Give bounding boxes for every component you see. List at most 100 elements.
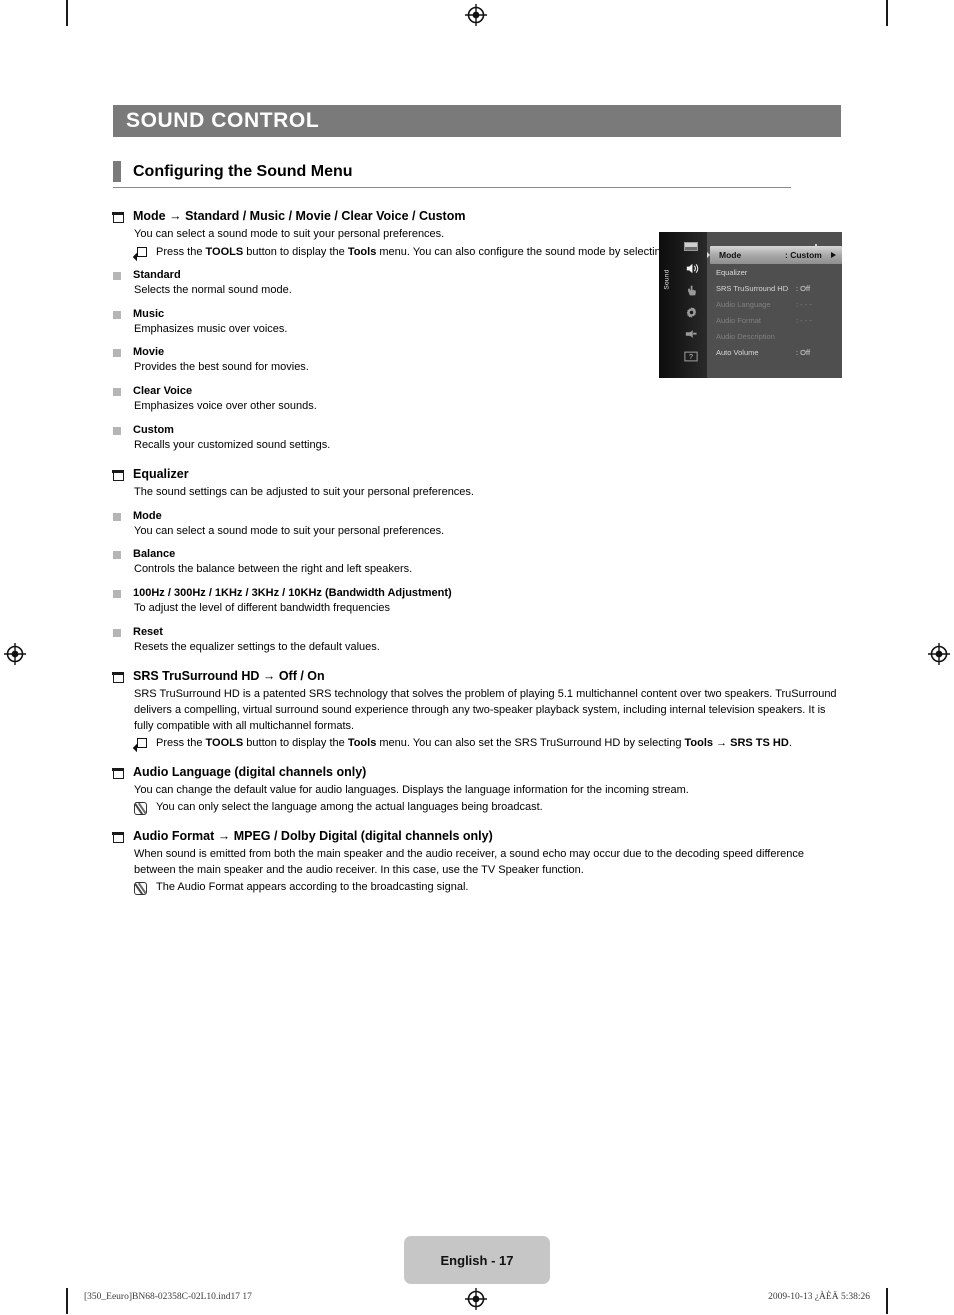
registration-mark-icon [465, 4, 487, 26]
pencil-note-text: The Audio Format appears according to th… [156, 881, 469, 894]
section-heading: Equalizer [112, 467, 843, 482]
section-heading-text: Audio Format → MPEG / Dolby Digital (dig… [133, 828, 493, 843]
section-audio-language: Audio Language (digital channels only) Y… [112, 765, 843, 816]
small-square-bullet-icon [113, 628, 121, 637]
square-bullet-icon [112, 212, 124, 223]
registration-mark-icon [928, 643, 950, 665]
osd-menu-list: Mode : Custom Equalizer SRS TruSurround … [707, 232, 842, 378]
term-label: Movie [133, 346, 165, 359]
osd-row-value: : - - - [796, 299, 812, 309]
term-description: Emphasizes voice over other sounds. [134, 400, 317, 413]
section-heading: Audio Format → MPEG / Dolby Digital (dig… [112, 828, 843, 843]
crop-mark-bottom-right [886, 1288, 888, 1314]
osd-row-audio-language[interactable]: Audio Language : - - - [707, 296, 842, 312]
osd-row-label: Audio Description [716, 331, 775, 341]
pencil-note-text: You can only select the language among t… [156, 801, 543, 814]
term-label: Music [133, 307, 165, 320]
term-description: To adjust the level of different bandwid… [134, 602, 391, 615]
setup-gear-icon[interactable] [683, 304, 699, 320]
channel-icon[interactable] [683, 282, 699, 298]
osd-row-audio-format[interactable]: Audio Format : - - - [707, 312, 842, 328]
chapter-title-bar: SOUND CONTROL [113, 105, 841, 137]
osd-sidebar-label: Sound [663, 269, 671, 290]
small-square-bullet-icon [113, 426, 121, 435]
page-number-badge: English - 17 [404, 1236, 550, 1284]
term-balance: Balance [113, 548, 843, 560]
section-heading: Mode → Standard / Music / Movie / Clear … [112, 209, 843, 223]
term-eq-mode: Mode [113, 510, 843, 522]
note-pencil-icon [134, 882, 147, 896]
section-heading: Audio Language (digital channels only) [112, 765, 843, 779]
square-bullet-icon [112, 831, 124, 843]
registration-mark-icon [4, 643, 26, 665]
section-equalizer: Equalizer The sound settings can be adju… [112, 467, 843, 655]
term-label: Mode [133, 509, 162, 522]
manual-page: SOUND CONTROL Configuring the Sound Menu… [0, 0, 954, 1315]
small-square-bullet-icon [113, 310, 121, 319]
osd-row-label: Audio Format [716, 315, 762, 325]
osd-row-value: : Custom [785, 250, 822, 260]
section-header: Configuring the Sound Menu [113, 161, 791, 188]
osd-row-label: Audio Language [716, 299, 771, 309]
tools-icon [132, 246, 147, 261]
crop-mark-top-right [886, 0, 888, 26]
print-file-info: [350_Eeuro]BN68-02358C-02L10.ind17 17 [84, 1292, 252, 1302]
small-square-bullet-icon [113, 590, 121, 599]
section-srs-trusurround: SRS TruSurround HD → Off / On SRS TruSur… [112, 669, 843, 753]
osd-row-value: : - - - [796, 315, 812, 325]
registration-mark-icon [465, 1288, 487, 1310]
term-label: Clear Voice [133, 385, 193, 398]
tools-note-text: Press the TOOLS button to display the To… [156, 737, 792, 750]
pencil-note: You can only select the language among t… [134, 800, 843, 816]
note-pencil-icon [134, 802, 147, 816]
section-divider [113, 187, 791, 188]
section-intro: The sound settings can be adjusted to su… [134, 486, 474, 499]
term-description: Controls the balance between the right a… [134, 563, 413, 576]
svg-text:?: ? [689, 354, 693, 361]
osd-row-audio-description[interactable]: Audio Description [707, 328, 842, 344]
tv-osd-screenshot: Sound ? Mode: Custom Equalizer SRS TruS… [659, 232, 842, 378]
picture-icon[interactable] [683, 238, 699, 254]
small-square-bullet-icon [113, 512, 121, 521]
tools-icon [132, 738, 147, 753]
osd-row-label: Equalizer [716, 267, 748, 277]
osd-row-srs-trusurround-hd[interactable]: SRS TruSurround HD : Off [707, 280, 842, 296]
square-bullet-icon [112, 767, 124, 779]
small-square-bullet-icon [113, 349, 121, 358]
chapter-title: SOUND CONTROL [126, 109, 320, 132]
osd-row-equalizer[interactable]: Equalizer [707, 264, 842, 280]
crop-mark-top-left [66, 0, 68, 26]
print-timestamp: 2009-10-13 ¿ÀÈÄ 5:38:26 [768, 1292, 870, 1302]
osd-caret-icon [707, 252, 710, 258]
osd-row-mode[interactable]: Mode : Custom [707, 246, 842, 264]
osd-row-value: : Off [796, 283, 811, 293]
term-label: 100Hz / 300Hz / 1KHz / 3KHz / 10KHz (Ban… [133, 587, 452, 600]
term-description: You can select a sound mode to suit your… [134, 524, 445, 537]
sound-icon[interactable] [683, 260, 699, 276]
chevron-right-icon [831, 252, 836, 258]
osd-row-label: Auto Volume [716, 347, 759, 357]
osd-row-auto-volume[interactable]: Auto Volume : Off [707, 344, 842, 360]
term-label: Reset [133, 625, 163, 638]
term-description: Resets the equalizer settings to the def… [134, 640, 380, 653]
square-bullet-icon [112, 470, 124, 482]
tools-note: Press the TOOLS button to display the To… [132, 736, 843, 753]
page-number-label: English - 17 [440, 1252, 514, 1268]
square-bullet-icon [112, 672, 124, 684]
term-label: Standard [133, 269, 181, 282]
term-label: Custom [133, 423, 174, 436]
term-clear-voice: Clear Voice [113, 385, 843, 397]
small-square-bullet-icon [113, 551, 121, 560]
small-square-bullet-icon [113, 388, 121, 397]
input-plug-icon[interactable] [683, 326, 699, 342]
term-custom: Custom [113, 424, 843, 436]
section-audio-format: Audio Format → MPEG / Dolby Digital (dig… [112, 828, 843, 896]
support-icon[interactable]: ? [683, 348, 699, 364]
term-description: Recalls your customized sound settings. [134, 438, 331, 451]
section-heading: SRS TruSurround HD → Off / On [112, 669, 843, 684]
section-heading-text: Mode → Standard / Music / Movie / Clear … [133, 209, 466, 223]
section-title: Configuring the Sound Menu [133, 162, 353, 180]
section-marker-icon [113, 161, 121, 182]
crop-mark-bottom-left [66, 1288, 68, 1314]
section-heading-text: Equalizer [133, 467, 189, 482]
